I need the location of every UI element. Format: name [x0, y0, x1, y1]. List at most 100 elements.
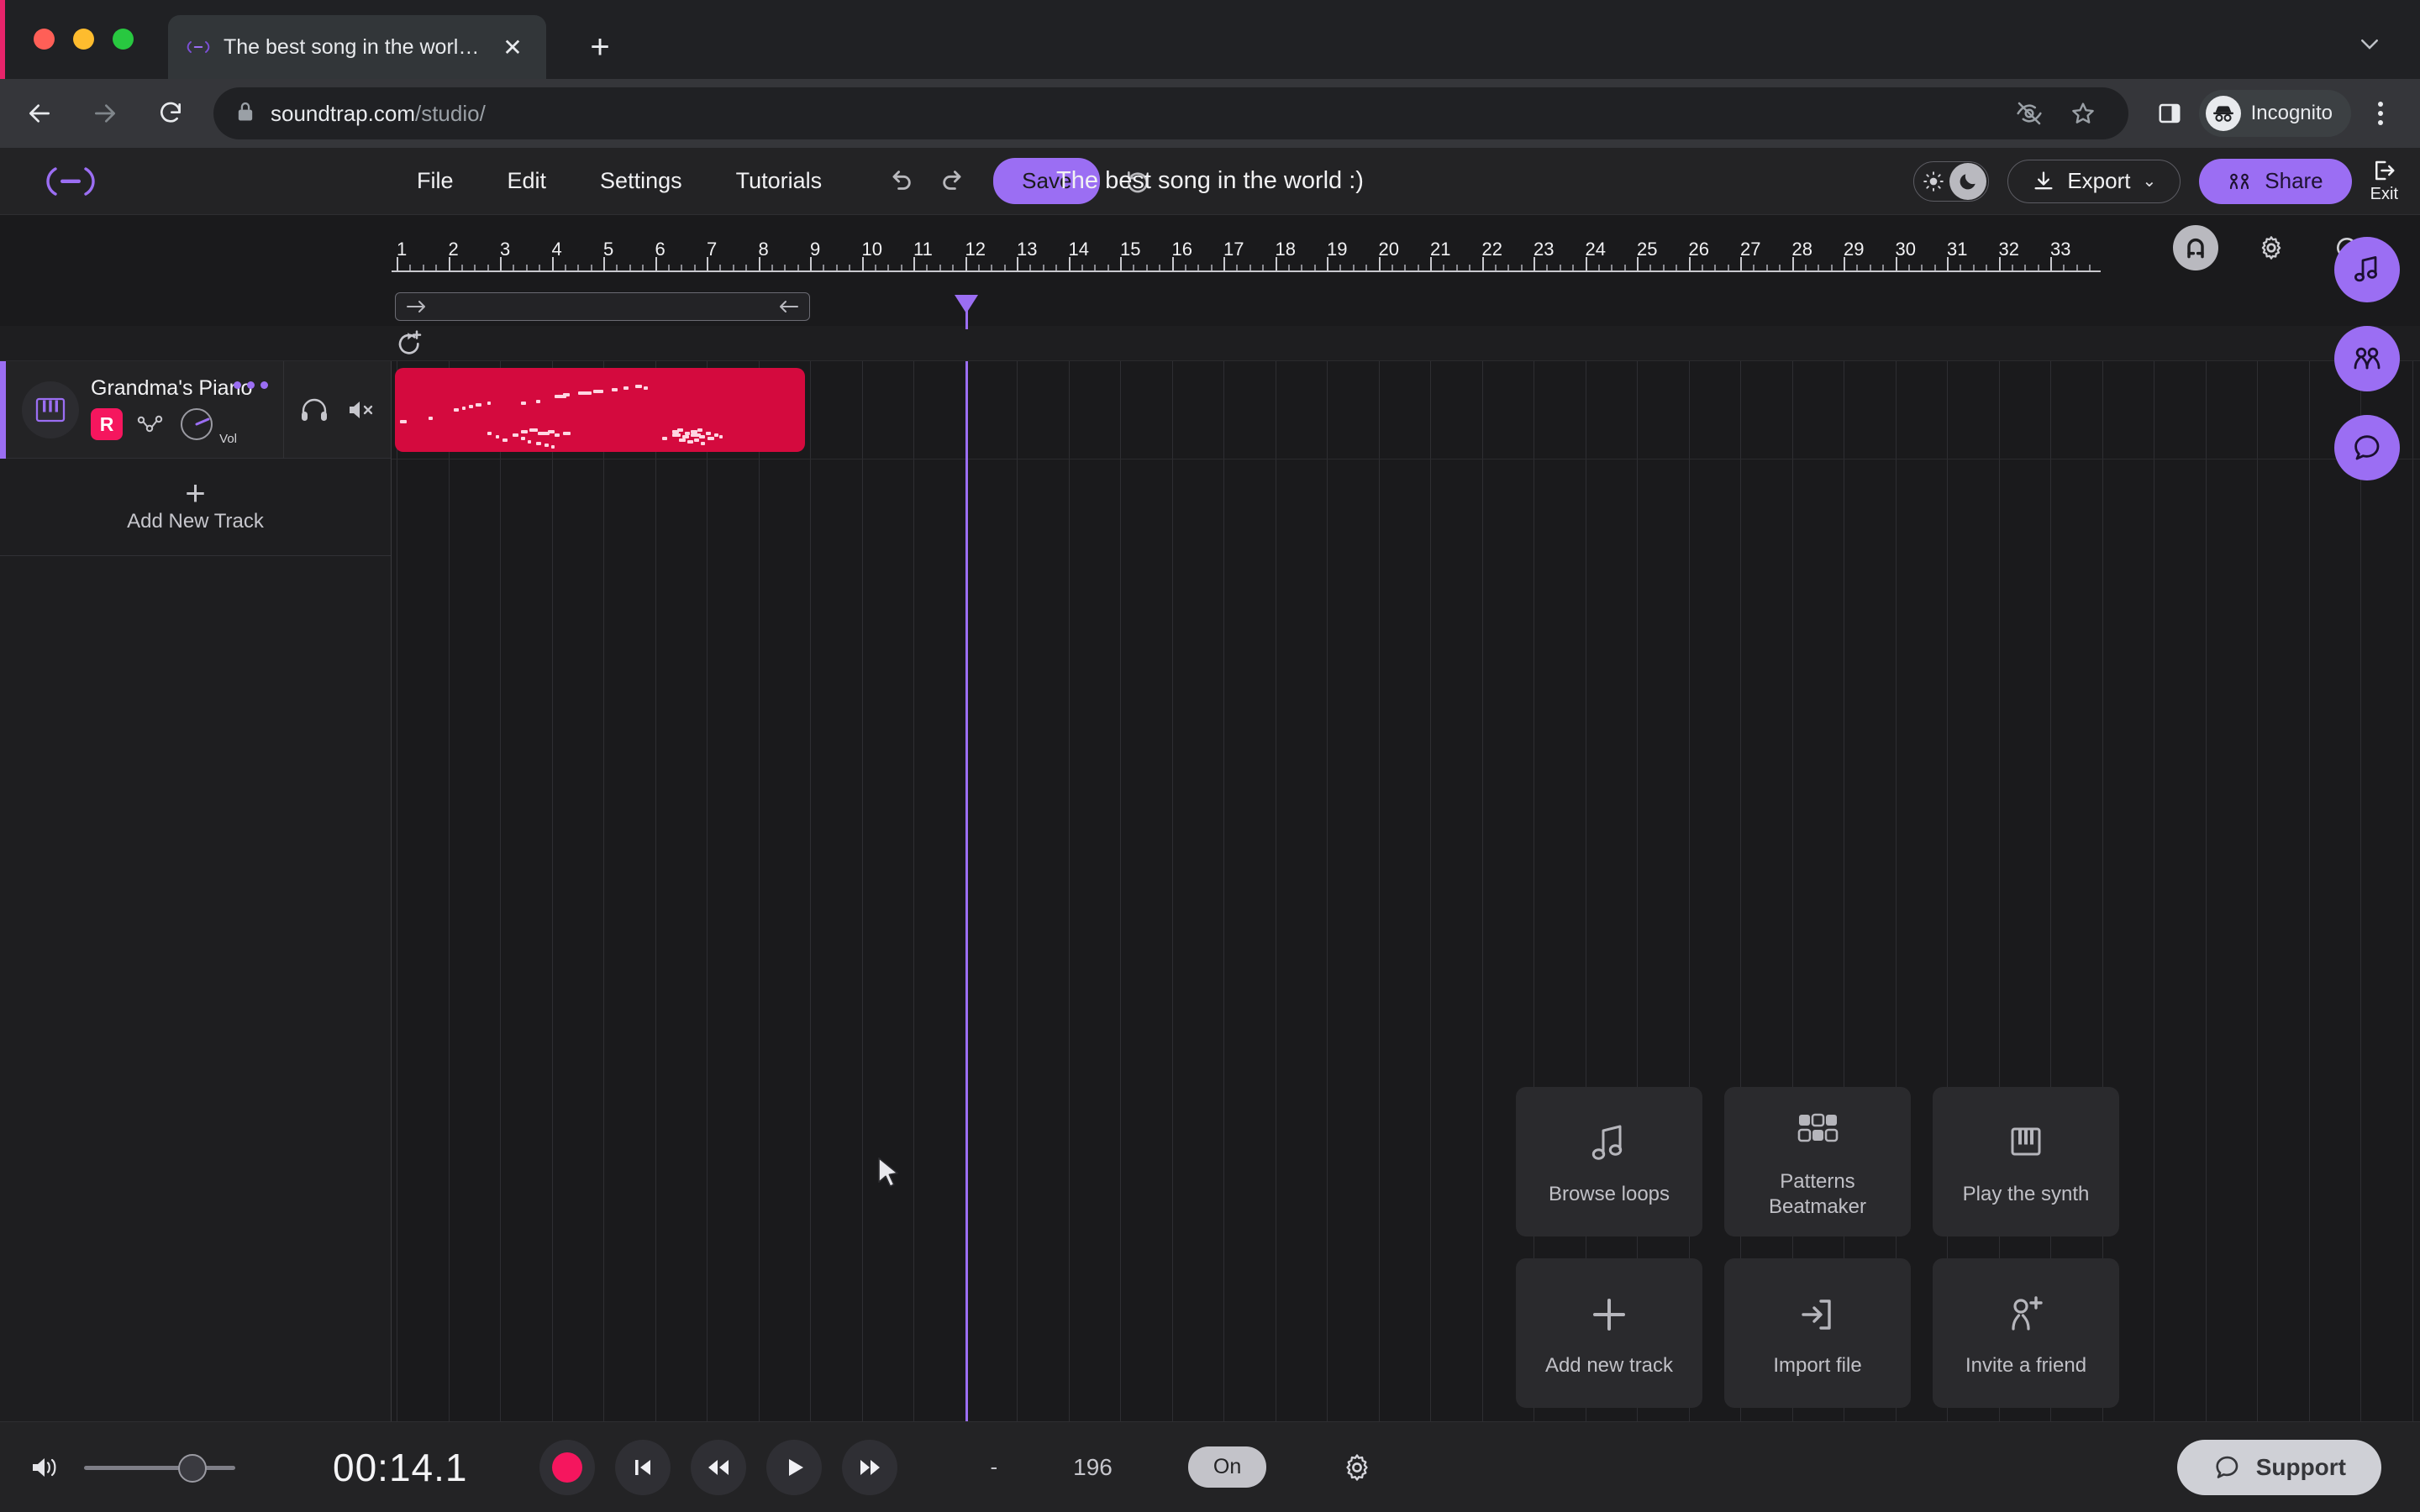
gear-icon[interactable] — [2249, 225, 2294, 270]
close-icon[interactable]: ✕ — [496, 30, 529, 64]
automation-curve-icon[interactable] — [134, 408, 166, 440]
menu-edit[interactable]: Edit — [481, 160, 574, 202]
headphones-icon[interactable] — [300, 397, 329, 423]
undo-icon[interactable] — [877, 159, 923, 204]
midi-note — [400, 420, 407, 423]
more-dots-icon[interactable] — [234, 381, 268, 389]
midi-note — [593, 390, 603, 393]
midi-clip[interactable] — [395, 368, 805, 452]
window-close-button[interactable] — [34, 29, 55, 50]
collaborate-people-icon[interactable] — [2334, 326, 2400, 391]
track-header[interactable]: Grandma's Piano R Vol — [0, 360, 391, 459]
star-icon[interactable] — [2060, 90, 2107, 137]
card-browse-loops[interactable]: Browse loops — [1516, 1087, 1702, 1236]
redo-icon[interactable] — [931, 159, 976, 204]
midi-note — [708, 437, 714, 440]
automation-row — [0, 326, 2420, 361]
card-add-new-track[interactable]: Add new track — [1516, 1258, 1702, 1408]
record-button[interactable] — [539, 1439, 596, 1495]
share-button[interactable]: Share — [2199, 158, 2352, 204]
gear-icon[interactable] — [1342, 1452, 1372, 1483]
ruler-bar-number: 27 — [1740, 239, 1761, 260]
menu-settings[interactable]: Settings — [573, 160, 709, 202]
workspace: Grandma's Piano R Vol + Add New Track Br… — [0, 360, 2420, 1512]
reload-icon[interactable] — [145, 87, 197, 139]
new-tab-button[interactable]: + — [576, 24, 623, 71]
midi-note — [529, 428, 538, 432]
window-maximize-button[interactable] — [113, 29, 134, 50]
grid-line — [448, 361, 450, 1512]
playhead[interactable] — [965, 361, 968, 1512]
ruler-bar-number: 31 — [1947, 239, 1968, 260]
exit-button[interactable]: Exit — [2370, 158, 2398, 204]
ruler-bar-number: 33 — [2050, 239, 2071, 260]
card-invite-a-friend[interactable]: Invite a friend — [1933, 1258, 2119, 1408]
record-arm-button[interactable]: R — [91, 408, 123, 440]
timeline-ruler[interactable]: 1 2 3 4 5 6 7 8 9 10 11 12 13 14 15 16 17 18 19 20 21 22 23 24 2… — [392, 215, 2101, 291]
menu-file[interactable]: File — [390, 160, 481, 202]
midi-note — [672, 433, 681, 437]
metronome-toggle[interactable]: On — [1187, 1446, 1267, 1488]
magnet-snap-icon[interactable] — [2173, 225, 2218, 270]
back-arrow-icon[interactable] — [13, 87, 66, 139]
grid-line — [2205, 361, 2207, 1512]
forward-arrow-icon[interactable] — [79, 87, 131, 139]
ruler-bar-number: 19 — [1327, 239, 1348, 260]
play-button[interactable] — [766, 1439, 823, 1495]
bpm-value[interactable]: 196 — [1073, 1454, 1113, 1481]
studio-toolbar: File Edit Settings Tutorials Save The be… — [0, 148, 2420, 215]
profile-incognito-button[interactable]: Incognito — [2198, 90, 2351, 137]
chat-bubble-icon[interactable] — [2334, 415, 2400, 480]
midi-note — [502, 438, 508, 442]
page-title[interactable]: The best song in the world :) — [1056, 167, 1364, 195]
piano-icon[interactable] — [22, 381, 79, 438]
side-panel-icon[interactable] — [2145, 89, 2194, 138]
midi-note — [513, 433, 518, 437]
speaker-volume-icon[interactable] — [30, 1453, 62, 1482]
browser-tab[interactable]: The best song in the world :) - ✕ — [168, 15, 546, 79]
support-button[interactable]: Support — [2176, 1439, 2381, 1495]
skip-to-start-button[interactable] — [615, 1439, 671, 1495]
people-icon — [2230, 173, 2249, 189]
eye-slash-icon[interactable] — [2006, 90, 2053, 137]
volume-knob[interactable]: Vol — [178, 406, 237, 446]
arrangement-area[interactable]: Browse loops Patterns Beatmaker Play the… — [392, 361, 2420, 1512]
midi-note — [487, 432, 492, 435]
theme-toggle[interactable] — [1913, 160, 1990, 202]
ruler-bar-number: 22 — [1481, 239, 1502, 260]
chevron-down-icon: ⌄ — [2142, 172, 2157, 191]
track-list: Grandma's Piano R Vol + Add New Track — [0, 360, 392, 1512]
add-automation-icon[interactable] — [397, 329, 425, 358]
timeline-ruler-row: 1 2 3 4 5 6 7 8 9 10 11 12 13 14 15 16 17 18 19 20 21 22 23 24 2… — [0, 215, 2420, 291]
moon-icon — [1949, 162, 1987, 200]
chevron-down-icon[interactable] — [2349, 24, 2390, 64]
speaker-mute-icon[interactable] — [347, 397, 376, 423]
right-action-buttons — [2334, 237, 2400, 480]
time-display[interactable]: 00:14.1 — [333, 1445, 467, 1490]
add-new-track-button[interactable]: + Add New Track — [0, 459, 391, 556]
rewind-button[interactable] — [691, 1439, 747, 1495]
menu-tutorials[interactable]: Tutorials — [709, 160, 850, 202]
volume-slider[interactable] — [84, 1451, 235, 1484]
midi-note — [694, 438, 699, 442]
address-bar[interactable]: soundtrap.com/studio/ — [213, 87, 2128, 139]
card-play-the-synth[interactable]: Play the synth — [1933, 1087, 2119, 1236]
card-import-file[interactable]: Import file — [1724, 1258, 1911, 1408]
window-minimize-button[interactable] — [73, 29, 94, 50]
exit-label: Exit — [2370, 185, 2398, 203]
kebab-menu-icon[interactable] — [2356, 89, 2405, 138]
midi-note — [462, 407, 466, 410]
loops-library-icon[interactable] — [2334, 237, 2400, 302]
fast-forward-button[interactable] — [842, 1439, 898, 1495]
loop-region-bar[interactable] — [395, 292, 810, 321]
soundtrap-logo-icon[interactable] — [37, 161, 104, 202]
midi-note — [563, 393, 570, 396]
export-button[interactable]: Export ⌄ — [2007, 159, 2181, 203]
ruler-bar-number: 16 — [1171, 239, 1192, 260]
grid-line — [1327, 361, 1328, 1512]
ruler-bar-number: 23 — [1534, 239, 1555, 260]
time-signature[interactable]: - — [990, 1454, 997, 1480]
slider-thumb[interactable] — [178, 1453, 207, 1483]
card-patterns-beatmaker[interactable]: Patterns Beatmaker — [1724, 1087, 1911, 1236]
grid-pads-icon — [1795, 1104, 1840, 1158]
